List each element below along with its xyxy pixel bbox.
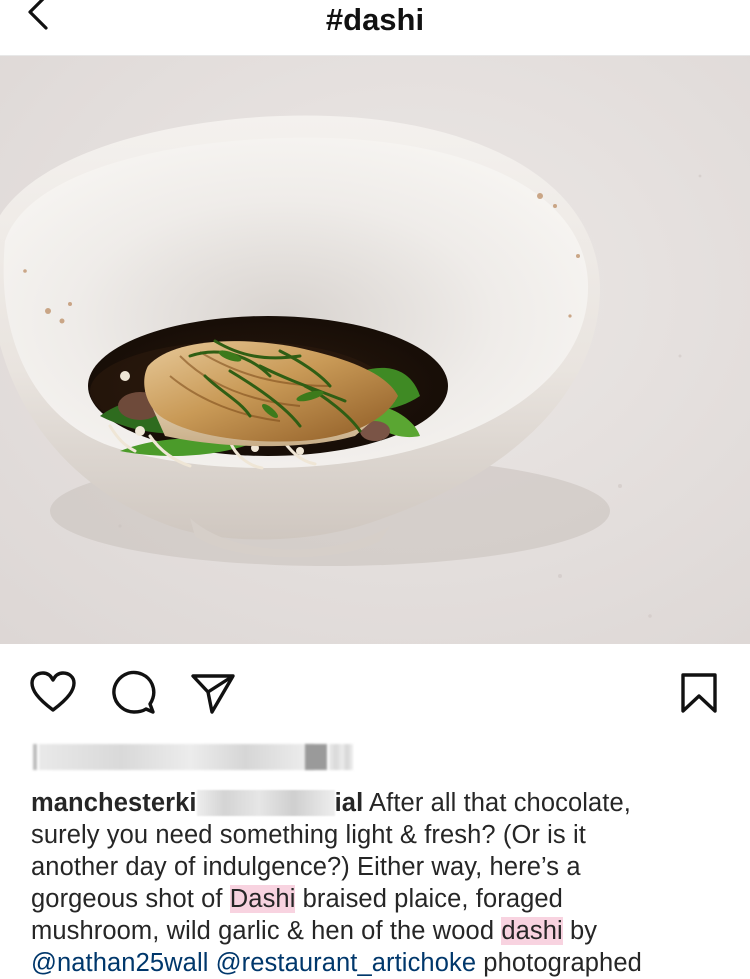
likes-count-redacted [33,744,363,770]
top-bar: #dashi [0,0,750,56]
like-button[interactable] [29,670,77,719]
caption-text: mushroom, wild garlic & hen of the wood … [31,917,598,945]
comment-button[interactable] [111,670,157,721]
caption-text: @nathan25wall @restaurant_artichoke phot… [31,949,642,977]
mention-link[interactable]: @restaurant_artichoke [216,949,476,977]
comment-bubble-icon [112,670,156,714]
hashtag-title: #dashi [325,2,425,37]
highlighted-hashtag-match: Dashi [229,885,296,913]
caption-text: surely you need something light & fresh?… [31,821,586,849]
heart-icon [30,671,76,712]
caption-text: gorgeous shot of Dashi braised plaice, f… [31,885,563,913]
redacted-username-part [196,790,335,816]
caption-text: another day of indulgence?) Either way, … [31,853,581,881]
bookmark-icon [681,673,717,713]
post-actions [0,644,750,740]
paper-plane-icon [191,674,235,714]
username[interactable]: manchesterki ial [31,789,363,817]
save-button[interactable] [680,672,718,719]
share-button[interactable] [190,672,236,721]
highlighted-hashtag-match: dashi [501,917,563,945]
post-caption: manchesterki ial After all that chocolate… [31,787,731,979]
mention-link[interactable]: @nathan25wall [31,949,208,977]
caption-text: After all that chocolate, [363,789,631,817]
post-image[interactable] [0,56,750,644]
